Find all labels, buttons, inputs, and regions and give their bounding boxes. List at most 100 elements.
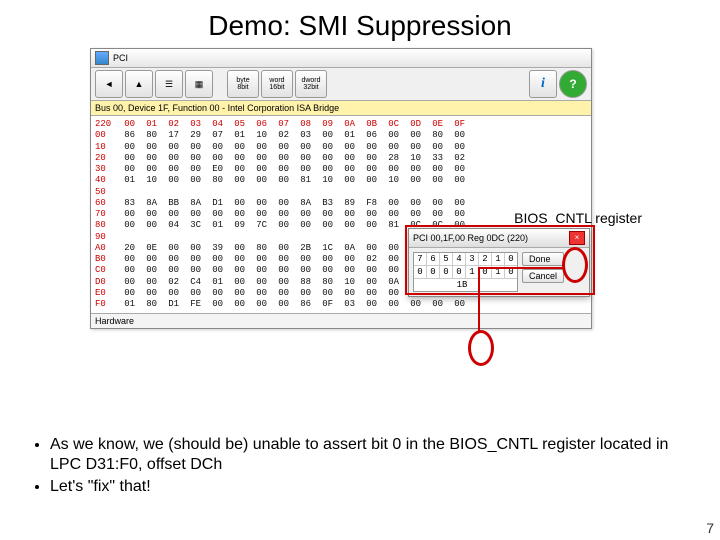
hex-cell[interactable]: BB [165,198,179,209]
hex-cell[interactable]: 00 [385,288,399,299]
hex-cell[interactable]: 00 [209,288,223,299]
hex-cell[interactable]: 00 [165,175,179,186]
hex-cell[interactable]: 09 [319,119,333,130]
hex-cell[interactable]: 00 [143,142,157,153]
hex-cell[interactable]: 00 [451,209,465,220]
hex-cell[interactable]: 00 [275,277,289,288]
hex-cell[interactable]: 00 [385,164,399,175]
hex-cell[interactable]: 00 [341,142,355,153]
hex-cell[interactable]: 00 [297,164,311,175]
hex-cell[interactable]: 00 [275,198,289,209]
hex-cell[interactable]: 00 [363,220,377,231]
hex-cell[interactable]: 00 [209,153,223,164]
hex-cell[interactable] [231,187,245,198]
hex-cell[interactable] [451,187,465,198]
hex-cell[interactable]: 00 [231,198,245,209]
hex-cell[interactable]: 89 [341,198,355,209]
hex-cell[interactable]: 0F [451,119,465,130]
hex-cell[interactable]: 00 [209,254,223,265]
hex-cell[interactable]: 81 [297,175,311,186]
hex-cell[interactable]: 00 [253,277,267,288]
hex-cell[interactable]: 00 [341,153,355,164]
hex-cell[interactable]: 00 [275,265,289,276]
hex-cell[interactable]: D1 [165,299,179,310]
hex-cell[interactable]: 00 [209,265,223,276]
hex-cell[interactable]: 01 [121,175,135,186]
hex-cell[interactable]: 00 [385,254,399,265]
hex-cell[interactable] [297,187,311,198]
hex-cell[interactable]: 00 [121,119,135,130]
hex-cell[interactable]: 00 [253,288,267,299]
hex-cell[interactable]: 00 [253,198,267,209]
hex-cell[interactable]: 00 [165,265,179,276]
bit-value[interactable]: 0 [453,266,466,279]
hex-cell[interactable]: 2B [297,243,311,254]
hex-cell[interactable]: 00 [187,243,201,254]
hex-cell[interactable]: 10 [143,175,157,186]
hex-cell[interactable]: 00 [385,243,399,254]
hex-cell[interactable] [275,232,289,243]
hex-cell[interactable]: 00 [319,254,333,265]
hex-cell[interactable]: 00 [341,209,355,220]
hex-cell[interactable]: 00 [297,288,311,299]
hex-cell[interactable]: 00 [363,153,377,164]
hex-cell[interactable]: 00 [143,288,157,299]
hex-cell[interactable]: 0E [429,119,443,130]
hex-cell[interactable]: 00 [187,209,201,220]
hex-cell[interactable] [253,232,267,243]
hex-cell[interactable]: 00 [165,142,179,153]
hex-cell[interactable]: 00 [429,299,443,310]
hex-cell[interactable]: 04 [209,119,223,130]
hex-cell[interactable]: 00 [319,265,333,276]
hex-cell[interactable]: 00 [319,164,333,175]
hex-cell[interactable]: 00 [407,209,421,220]
hex-cell[interactable]: 0E [143,243,157,254]
hex-cell[interactable]: 06 [253,119,267,130]
hex-cell[interactable] [209,232,223,243]
hex-cell[interactable]: 00 [187,153,201,164]
hex-cell[interactable]: 02 [451,153,465,164]
hex-cell[interactable]: 00 [253,175,267,186]
hex-cell[interactable]: 00 [429,198,443,209]
hex-cell[interactable]: 00 [275,299,289,310]
hex-cell[interactable] [187,187,201,198]
hex-cell[interactable]: 00 [363,277,377,288]
bit-value[interactable]: 0 [479,266,492,279]
hex-cell[interactable]: 3C [187,220,201,231]
hex-cell[interactable]: 80 [429,130,443,141]
hex-cell[interactable]: 00 [231,254,245,265]
bit-value[interactable]: 0 [505,266,517,279]
hex-cell[interactable]: 80 [319,277,333,288]
hex-cell[interactable]: 00 [407,175,421,186]
hex-cell[interactable]: 00 [363,164,377,175]
hex-cell[interactable]: 00 [187,164,201,175]
hex-cell[interactable]: 00 [275,254,289,265]
hex-cell[interactable]: 0C [385,119,399,130]
hex-cell[interactable]: 00 [121,164,135,175]
close-icon[interactable]: × [569,231,585,245]
hex-cell[interactable]: 00 [165,243,179,254]
hex-cell[interactable] [319,187,333,198]
hex-cell[interactable]: 00 [231,175,245,186]
hex-cell[interactable]: 00 [341,265,355,276]
hex-cell[interactable]: 0D [407,119,421,130]
hex-cell[interactable]: 00 [165,164,179,175]
hex-cell[interactable]: 00 [341,220,355,231]
hex-cell[interactable]: 00 [297,220,311,231]
up-button[interactable]: ▲ [125,70,153,98]
hex-cell[interactable]: 00 [275,243,289,254]
hex-cell[interactable]: 00 [385,198,399,209]
hex-cell[interactable]: 00 [253,153,267,164]
hex-cell[interactable]: 00 [231,243,245,254]
hex-cell[interactable]: 00 [363,142,377,153]
hex-cell[interactable]: 00 [253,299,267,310]
hex-cell[interactable]: 00 [231,299,245,310]
hex-cell[interactable]: 00 [143,277,157,288]
hex-cell[interactable]: 00 [121,265,135,276]
device-path-strip[interactable]: Bus 00, Device 1F, Function 00 - Intel C… [91,101,591,116]
hex-cell[interactable]: 00 [209,209,223,220]
hex-cell[interactable] [275,187,289,198]
hex-cell[interactable]: 00 [165,288,179,299]
hex-cell[interactable]: 29 [187,130,201,141]
hex-cell[interactable]: 00 [253,164,267,175]
